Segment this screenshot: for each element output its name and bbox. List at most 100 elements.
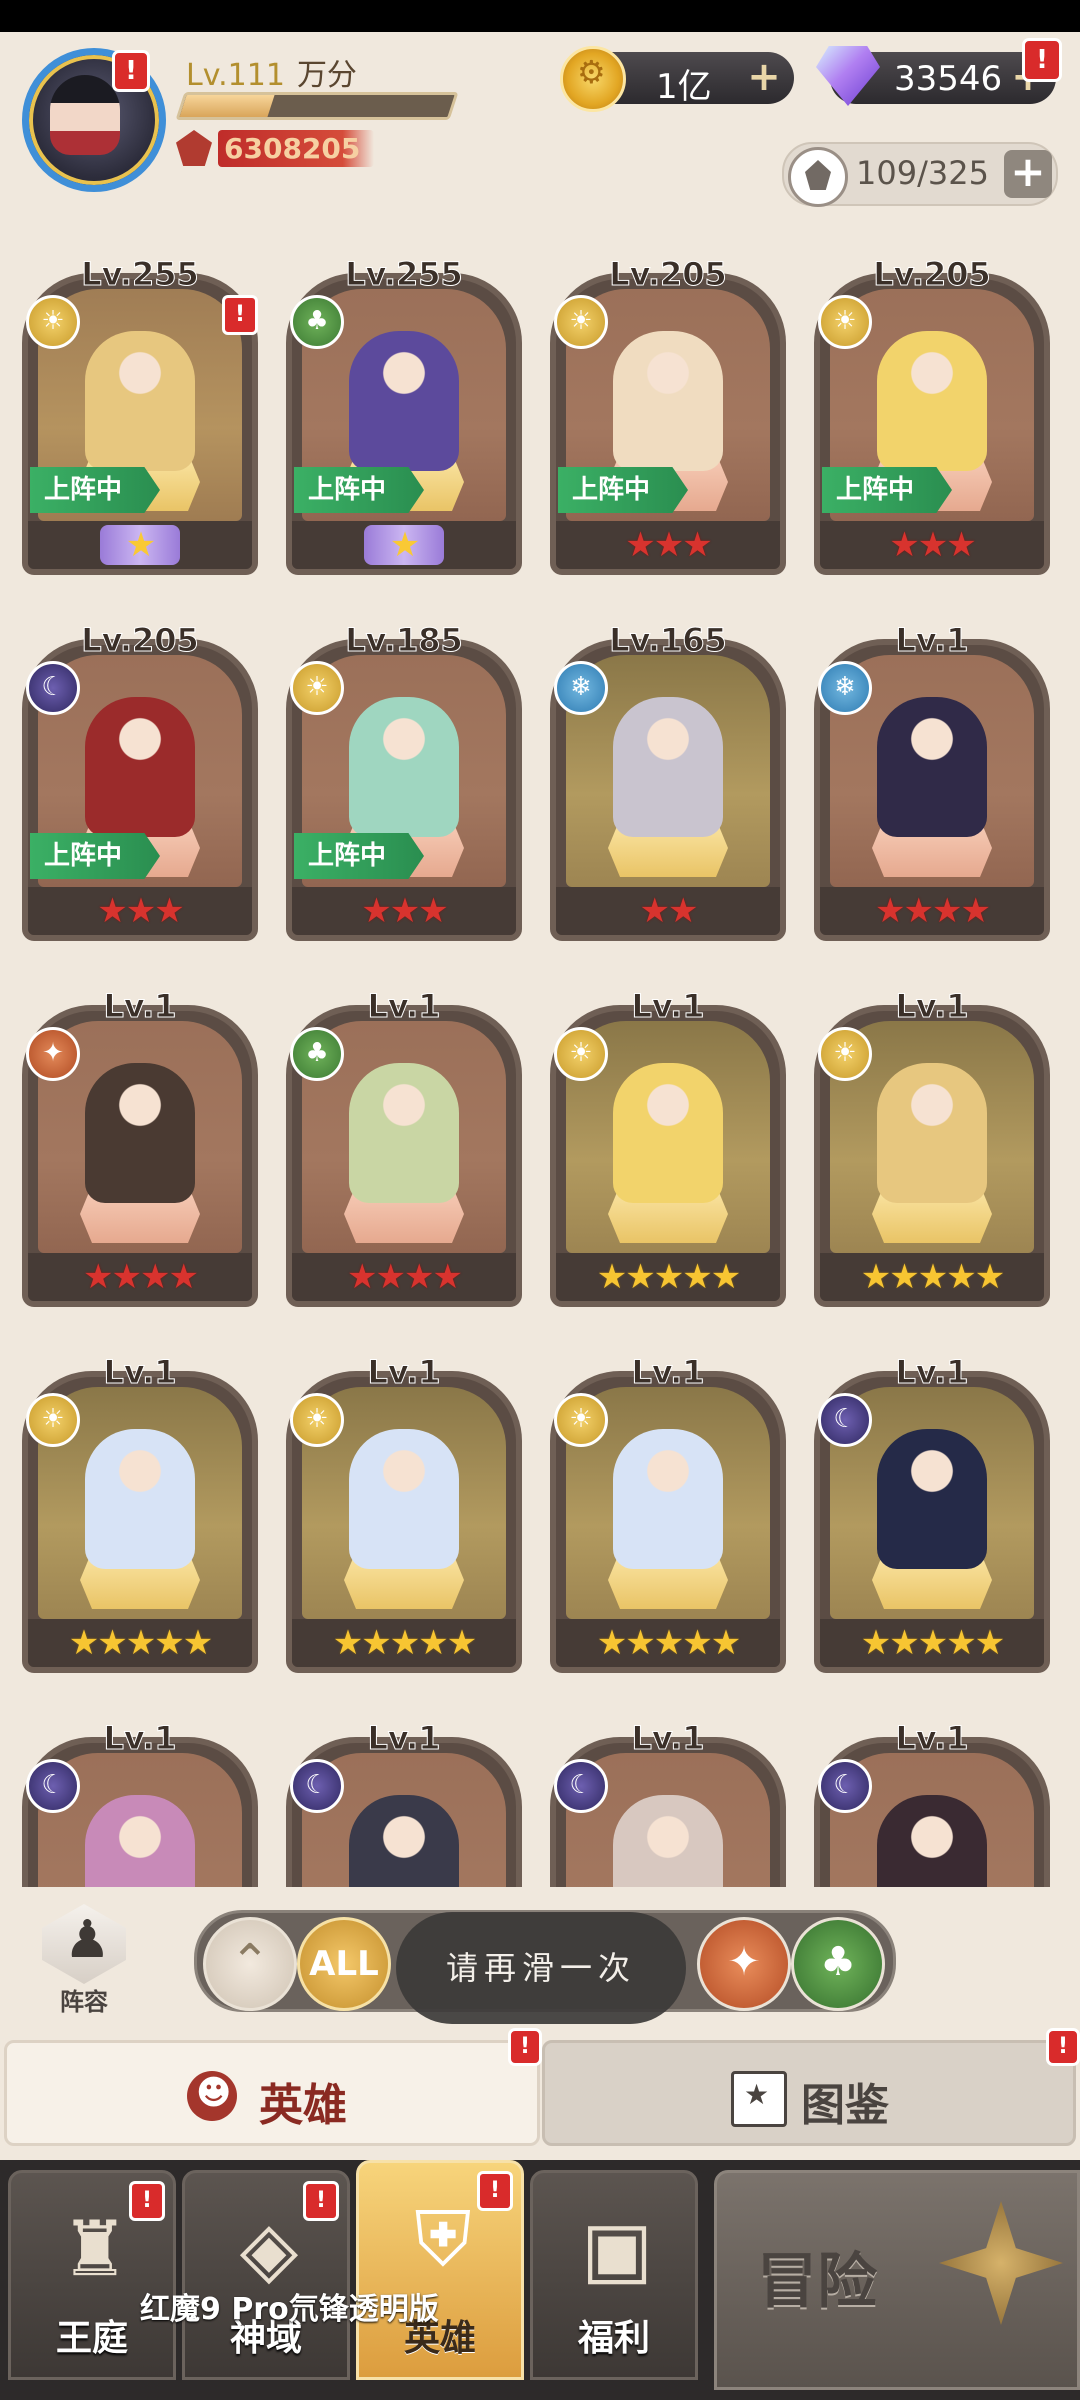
- sun-icon: ☀: [26, 1393, 80, 1447]
- star-icons: ★: [99, 525, 181, 565]
- filter-forest-button[interactable]: ♣: [791, 1917, 885, 2011]
- star-rating: ★: [28, 521, 252, 569]
- hero-card[interactable]: Lv.1 ☾: [286, 1719, 522, 1887]
- player-avatar[interactable]: !: [12, 40, 167, 192]
- hero-card[interactable]: ★★★★★ Lv.1 ☀: [814, 987, 1050, 1307]
- hero-card[interactable]: ★★★ Lv.205 ☀ 上阵中: [550, 255, 786, 575]
- hero-level: Lv.1: [631, 1353, 705, 1392]
- star-icons: ★★★★★: [596, 1257, 741, 1297]
- bottom-nav: 冒险 ♜ 王庭! ◈ 神域! ⛨ 英雄! ▣ 福利: [0, 2160, 1080, 2400]
- hero-card[interactable]: Lv.1 ☾: [550, 1719, 786, 1887]
- hero-sprite: [349, 1063, 459, 1203]
- nav-item-0[interactable]: ♜ 王庭!: [8, 2170, 176, 2380]
- nav-label: 福利: [577, 2318, 650, 2359]
- star-rating: ★★★: [820, 521, 1044, 569]
- lineup-button[interactable]: 阵容: [36, 1904, 132, 2016]
- tab-codex[interactable]: 图鉴: [542, 2040, 1076, 2146]
- hero-card[interactable]: ★★★★★ Lv.1 ☀: [550, 987, 786, 1307]
- on-team-badge: 上阵中: [294, 467, 424, 513]
- on-team-badge: 上阵中: [30, 467, 160, 513]
- nav-alert-badge: !: [303, 2181, 339, 2221]
- nav-alert-badge: !: [477, 2171, 513, 2211]
- star-icons: ★★★★: [875, 891, 991, 931]
- hero-card[interactable]: Lv.1 ☾: [22, 1719, 258, 1887]
- filter-sort-button[interactable]: ⌃: [203, 1917, 297, 2011]
- gem-value: 33546: [894, 59, 1003, 99]
- expand-capacity-button[interactable]: +: [1004, 150, 1052, 198]
- star-icons: ★★★★★: [596, 1623, 741, 1663]
- tab-heroes-label: 英雄: [259, 2080, 347, 2131]
- lineup-label: 阵容: [60, 1988, 108, 2016]
- sun-icon: ☀: [290, 661, 344, 715]
- hero-level: Lv.1: [895, 621, 969, 660]
- hero-card[interactable]: ★ Lv.255 ♣ 上阵中: [286, 255, 522, 575]
- avatar-alert-badge: !: [112, 50, 150, 92]
- hero-level: Lv.1: [103, 987, 177, 1026]
- sun-icon: ☀: [26, 295, 80, 349]
- hero-card[interactable]: ★★★★ Lv.1 ✦: [22, 987, 258, 1307]
- hero-card[interactable]: ★ Lv.255 ☀ 上阵中!: [22, 255, 258, 575]
- hero-card[interactable]: ★★★★ Lv.1 ❄: [814, 621, 1050, 941]
- hero-level: Lv.1: [895, 1719, 969, 1758]
- hero-card[interactable]: Lv.1 ☾: [814, 1719, 1050, 1887]
- nav-item-2[interactable]: ⛨ 英雄!: [356, 2160, 524, 2380]
- star-icons: ★★★★: [347, 1257, 463, 1297]
- moon-icon: ☾: [26, 1759, 80, 1813]
- sun-icon: ☀: [554, 295, 608, 349]
- tab-heroes[interactable]: 英雄: [4, 2040, 540, 2146]
- moon-icon: ☾: [290, 1759, 344, 1813]
- star-rating: ★★★★★: [292, 1619, 516, 1667]
- hero-slot-icon: [788, 147, 848, 207]
- hero-level: Lv.185: [345, 621, 464, 660]
- hero-level: Lv.205: [609, 255, 728, 294]
- hero-sprite: [877, 1429, 987, 1569]
- filter-fire-button[interactable]: ✦: [697, 1917, 791, 2011]
- star-icons: ★★★★★: [332, 1623, 477, 1663]
- hero-level: Lv.1: [367, 1719, 441, 1758]
- on-team-badge: 上阵中: [30, 833, 160, 879]
- nav-alert-badge: !: [129, 2181, 165, 2221]
- tab-codex-label: 图鉴: [801, 2080, 889, 2131]
- star-icons: ★★★★: [83, 1257, 199, 1297]
- hero-level: Lv.1: [367, 987, 441, 1026]
- status-bar: [0, 0, 1080, 32]
- nav-item-3[interactable]: ▣ 福利: [530, 2170, 698, 2380]
- hero-level: Lv.1: [631, 987, 705, 1026]
- hero-card[interactable]: ★★★★★ Lv.1 ☀: [22, 1353, 258, 1673]
- hero-level: Lv.1: [103, 1719, 177, 1758]
- hero-card[interactable]: ★★★ Lv.205 ☾ 上阵中: [22, 621, 258, 941]
- hero-card[interactable]: ★★★★★ Lv.1 ☀: [550, 1353, 786, 1673]
- hero-card[interactable]: ★★★★★ Lv.1 ☀: [286, 1353, 522, 1673]
- hero-sprite: [349, 1795, 459, 1887]
- gold-value: 1亿: [656, 67, 712, 107]
- star-icons: ★★★: [889, 525, 976, 565]
- hero-card[interactable]: ★★ Lv.165 ❄: [550, 621, 786, 941]
- hero-level: Lv.255: [81, 255, 200, 294]
- on-team-badge: 上阵中: [294, 833, 424, 879]
- moon-icon: ☾: [818, 1759, 872, 1813]
- sun-icon: ☀: [818, 295, 872, 349]
- filter-all-button[interactable]: ALL: [297, 1917, 391, 2011]
- sun-icon: ☀: [290, 1393, 344, 1447]
- gold-currency[interactable]: 1亿 +: [560, 46, 794, 112]
- hero-level: Lv.205: [81, 621, 200, 660]
- hero-sprite: [877, 697, 987, 837]
- hero-sprite: [613, 1429, 723, 1569]
- nav-item-1[interactable]: ◈ 神域!: [182, 2170, 350, 2380]
- hero-card[interactable]: ★★★ Lv.185 ☀ 上阵中: [286, 621, 522, 941]
- hero-sprite: [85, 697, 195, 837]
- sun-icon: ☀: [554, 1393, 608, 1447]
- sun-icon: ☀: [554, 1027, 608, 1081]
- hero-sprite: [613, 1063, 723, 1203]
- hero-sprite: [613, 1795, 723, 1887]
- hero-sprite: [85, 1063, 195, 1203]
- gold-plus-button[interactable]: +: [746, 57, 782, 97]
- hero-card[interactable]: ★★★★ Lv.1 ♣: [286, 987, 522, 1307]
- hero-card[interactable]: ★★★★★ Lv.1 ☾: [814, 1353, 1050, 1673]
- adventure-button[interactable]: 冒险: [714, 2170, 1080, 2390]
- star-icons: ★★★★★: [860, 1623, 1005, 1663]
- hero-card[interactable]: ★★★ Lv.205 ☀ 上阵中: [814, 255, 1050, 575]
- power-icon: [176, 130, 212, 166]
- hero-sprite: [613, 697, 723, 837]
- hero-level: Lv.1: [103, 1353, 177, 1392]
